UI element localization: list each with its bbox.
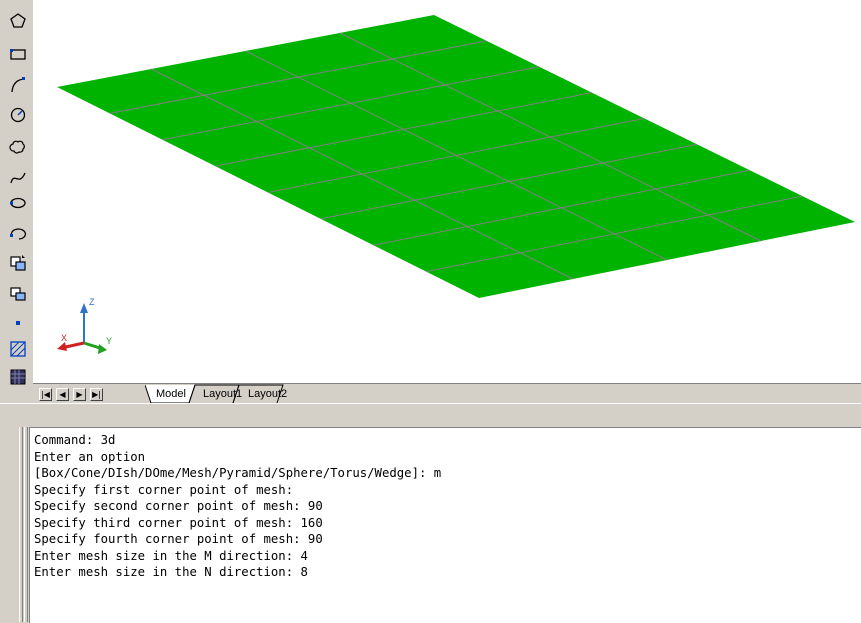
command-window-grip[interactable] <box>24 427 28 622</box>
command-line: Enter mesh size in the M direction: 4 <box>34 548 308 563</box>
ucs-x-label: X <box>61 333 67 343</box>
command-line: [Box/Cone/DIsh/DOme/Mesh/Pyramid/Sphere/… <box>34 466 442 480</box>
draw-toolbar <box>0 0 33 405</box>
revision-cloud-icon[interactable] <box>9 138 27 156</box>
ellipse-icon[interactable] <box>9 194 27 212</box>
last-tab-button[interactable]: ▶| <box>90 388 103 401</box>
gradient-icon[interactable] <box>9 368 27 386</box>
command-window: Command: 3d Enter an option [Box/Cone/DIsh… <box>0 405 861 623</box>
command-line: Specify first corner point of mesh: <box>34 482 294 497</box>
arc-icon[interactable] <box>9 76 27 94</box>
tab-layout1[interactable]: Layout1 <box>200 386 245 403</box>
rectangle-icon[interactable] <box>9 45 27 63</box>
polygon-icon[interactable] <box>9 12 27 30</box>
command-window-grip[interactable] <box>19 427 23 622</box>
command-line: Specify third corner point of mesh: 160 <box>34 515 323 530</box>
ellipse-arc-icon[interactable] <box>9 225 27 243</box>
make-block-icon[interactable] <box>9 285 27 303</box>
spline-icon[interactable] <box>9 169 27 187</box>
ucs-icon: Z X Y <box>57 297 112 354</box>
hatch-icon[interactable] <box>9 340 27 358</box>
mesh-surface[interactable] <box>33 0 861 383</box>
next-tab-icon: ▶ <box>76 389 83 399</box>
command-lines: Command: 3d Enter an option [Box/Cone/DIsh… <box>30 428 861 581</box>
ucs-z-label: Z <box>89 297 95 307</box>
first-tab-icon: |◀ <box>41 389 50 399</box>
command-line: Command: 3d <box>34 433 116 447</box>
command-line: Enter an option <box>34 449 146 464</box>
insert-block-icon[interactable] <box>9 254 27 272</box>
circle-icon[interactable] <box>9 106 27 124</box>
tab-model[interactable]: Model <box>153 386 189 403</box>
last-tab-icon: ▶| <box>92 389 101 399</box>
point-icon[interactable] <box>9 314 27 332</box>
mesh-face[interactable] <box>57 15 855 298</box>
command-line: Enter mesh size in the N direction: 8 <box>34 565 308 579</box>
next-tab-button[interactable]: ▶ <box>73 388 86 401</box>
prev-tab-button[interactable]: ◀ <box>56 388 69 401</box>
tab-layout2[interactable]: Layout2 <box>245 386 290 403</box>
command-line: Specify fourth corner point of mesh: 90 <box>34 532 323 546</box>
ucs-y-label: Y <box>106 336 112 346</box>
model-viewport[interactable]: Z X Y <box>33 0 861 383</box>
command-history[interactable]: Command: 3d Enter an option [Box/Cone/DIsh… <box>29 427 861 623</box>
first-tab-button[interactable]: |◀ <box>39 388 52 401</box>
command-line: Specify second corner point of mesh: 90 <box>34 499 323 513</box>
prev-tab-icon: ◀ <box>59 389 66 399</box>
